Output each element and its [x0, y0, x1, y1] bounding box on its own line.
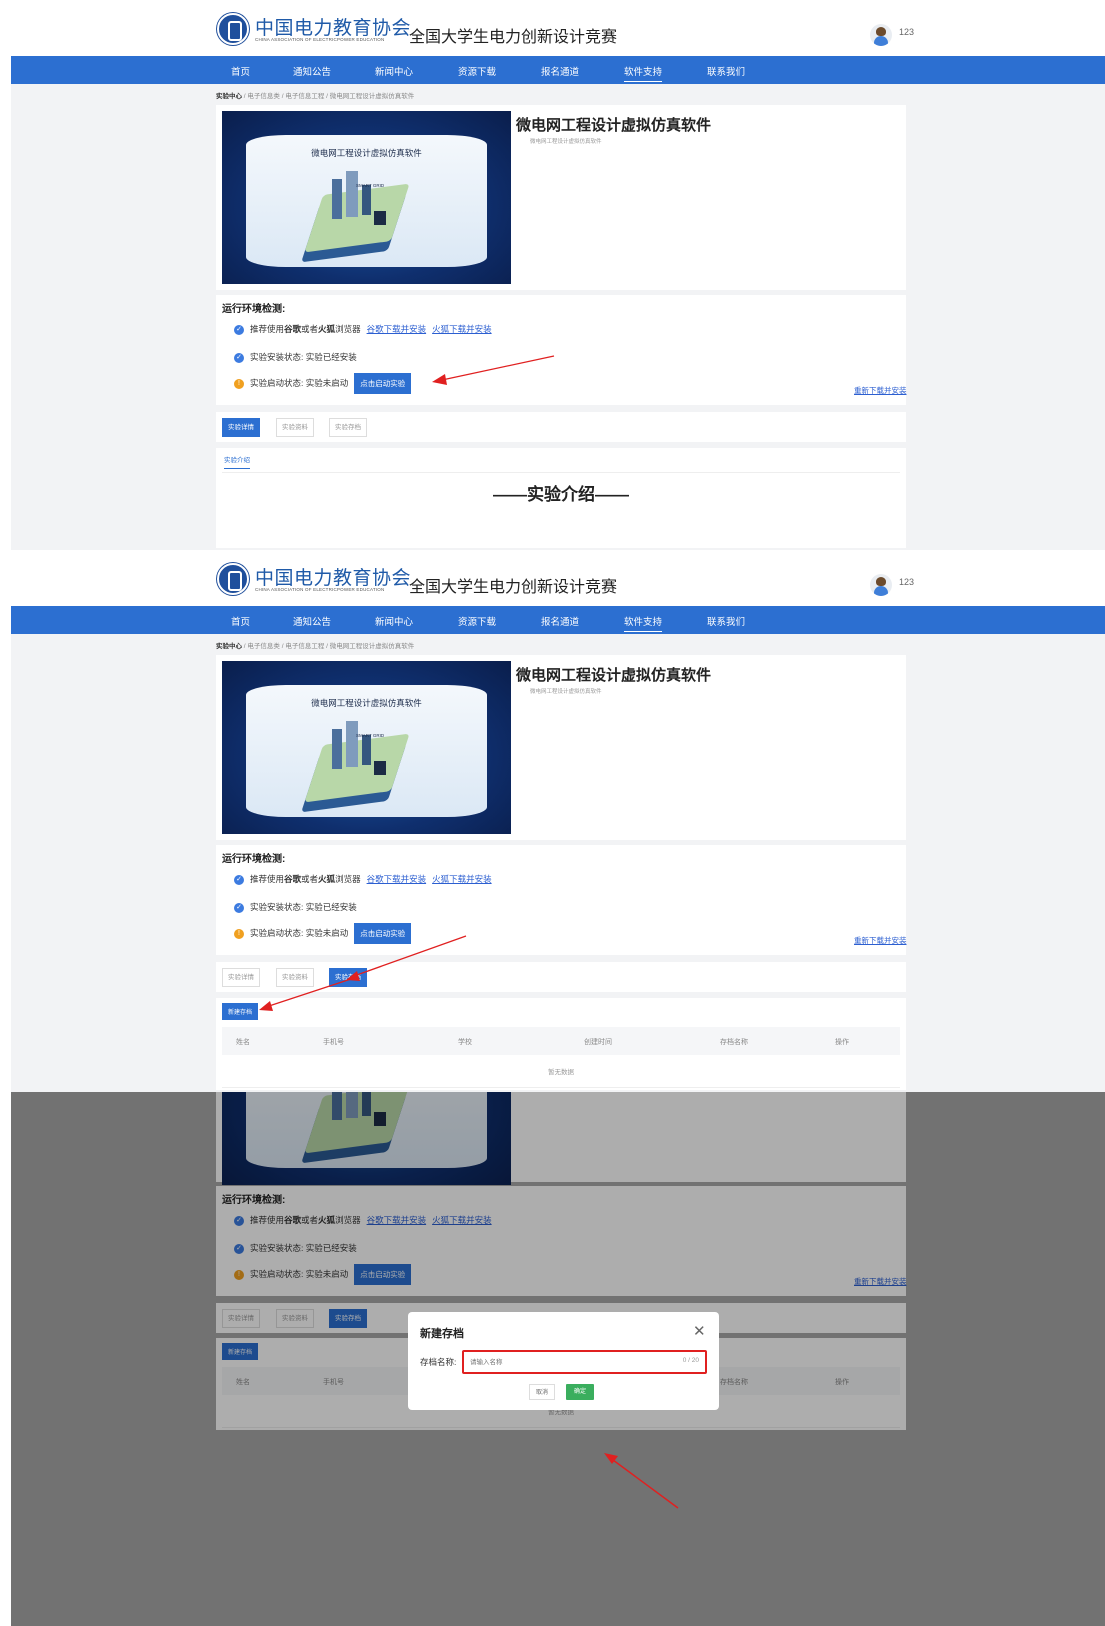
screenshot-step-3: 运行环境检测: ✓ 推荐使用谷歌或者火狐浏览器 谷歌下载并安装 火狐下载并安装 ✓ 实验… — [11, 1092, 1105, 1626]
screenshot-step-2: 中国电力教育协会 CHINA ASSOCIATION OF ELECTRICPO… — [11, 550, 1105, 1092]
annotation-arrows — [259, 935, 467, 1011]
screenshot-step-1: 中国电力教育协会 CHINA ASSOCIATION OF ELECTRICPO… — [11, 0, 1105, 550]
annotation-arrow — [432, 355, 555, 385]
annotation-arrow — [604, 1453, 679, 1509]
